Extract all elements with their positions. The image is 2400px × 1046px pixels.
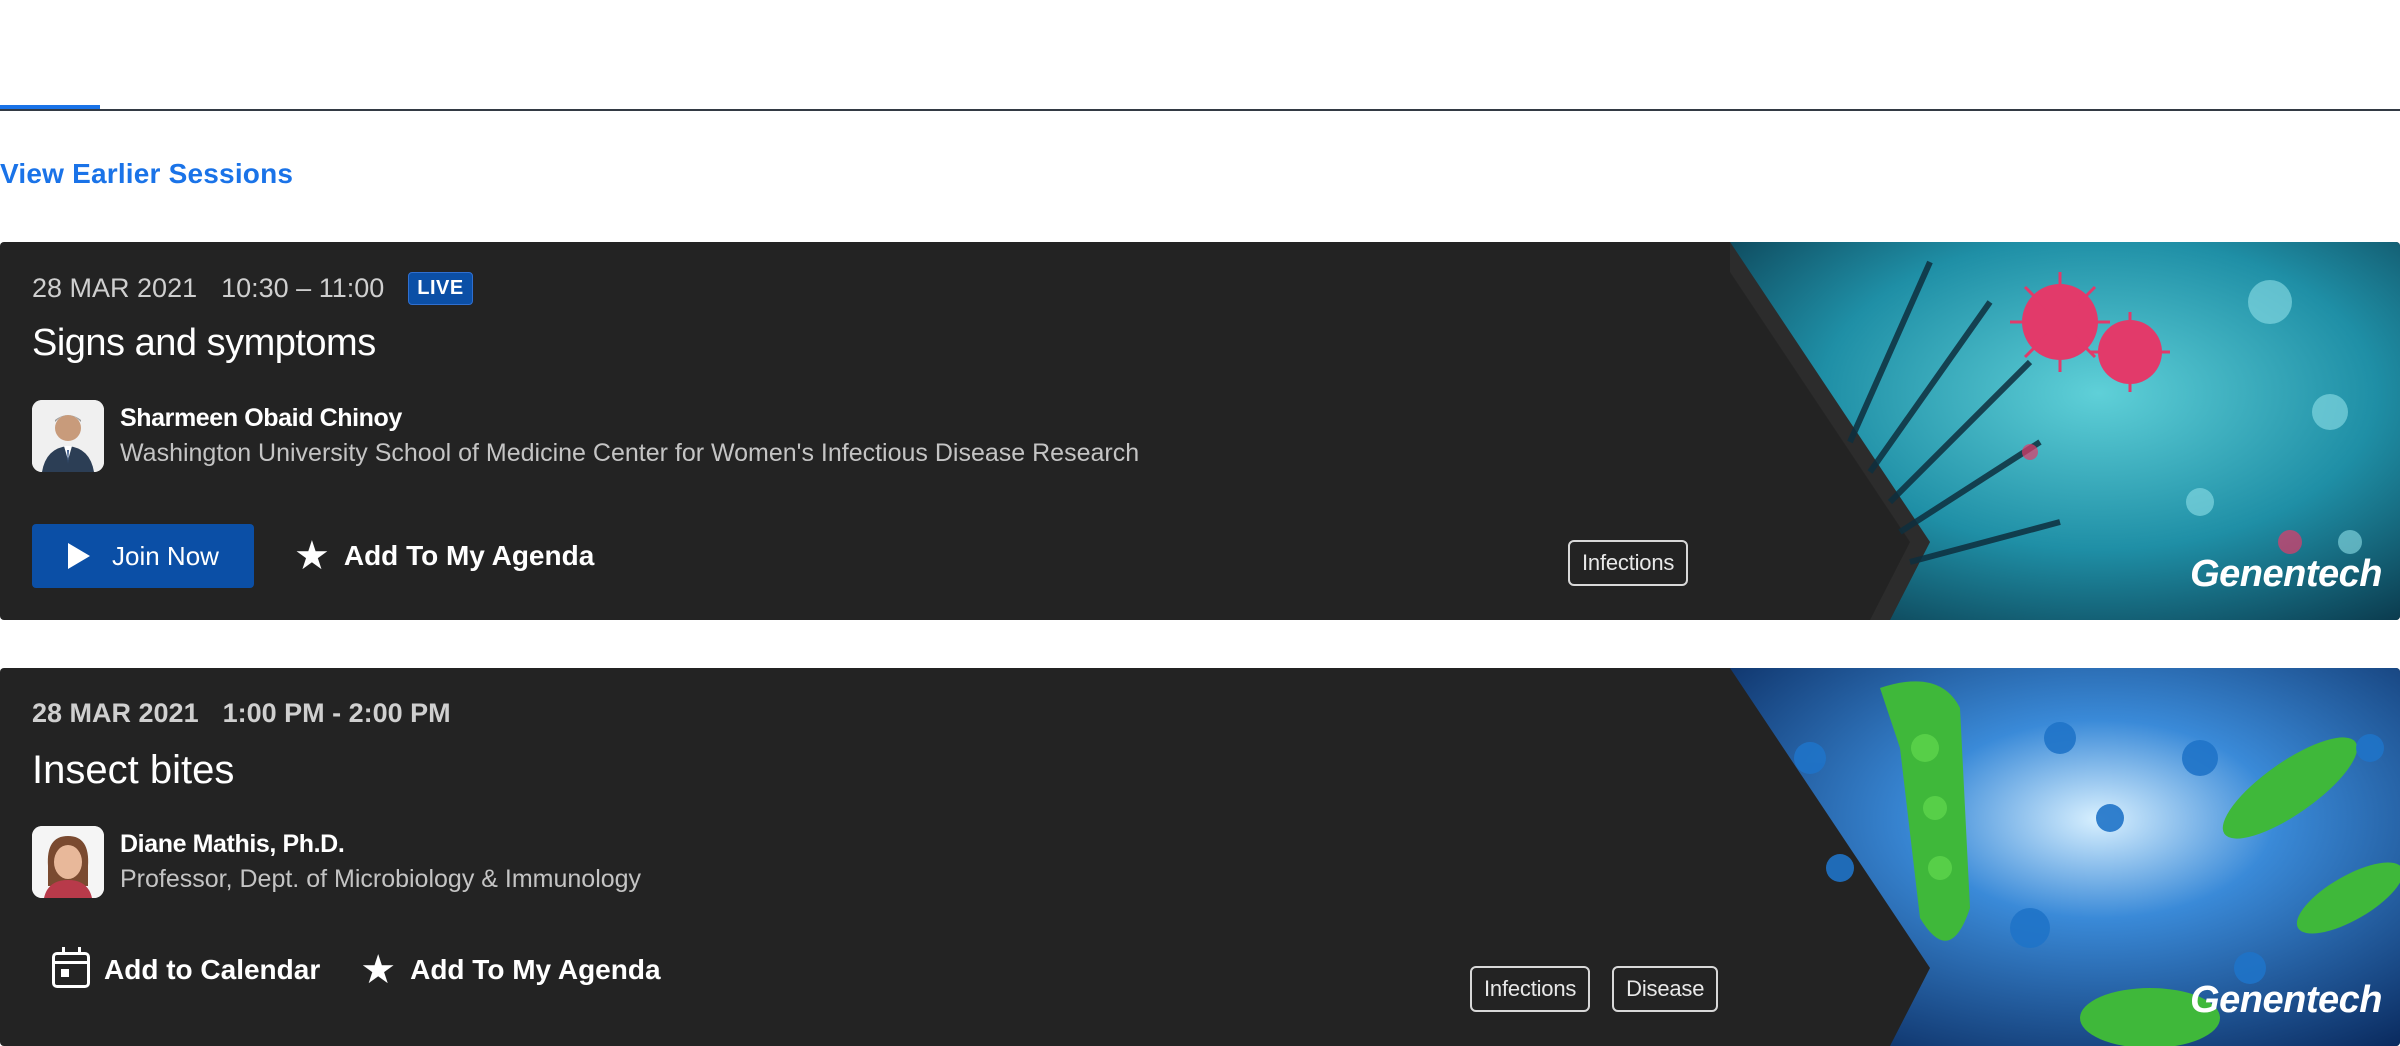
speaker-name: Sharmeen Obaid Chinoy (120, 404, 402, 432)
session-title[interactable]: Signs and symptoms (32, 322, 376, 365)
avatar (32, 826, 104, 898)
session-title[interactable]: Insect bites (32, 748, 234, 793)
tag-infections[interactable]: Infections (1470, 966, 1591, 1012)
tab-bar (0, 0, 2400, 112)
session-meta: 28 MAR 2021 1:00 PM - 2:00 PM (32, 698, 475, 729)
sponsor-banner: Genentech (1730, 242, 2400, 620)
sponsor-logo: Genentech (2190, 979, 2382, 1021)
session-date: 28 MAR 2021 (32, 698, 199, 728)
session-date: 28 MAR 2021 (32, 273, 198, 303)
calendar-icon (52, 947, 90, 988)
speaker-organization: Professor, Dept. of Microbiology & Immun… (120, 865, 642, 893)
speaker-name: Diane Mathis, Ph.D. (120, 830, 345, 858)
session-actions: Add to Calendar ★ Add To My Agenda (32, 947, 661, 990)
session-card: Genentech 28 MAR 2021 1:00 PM - 2:00 PM … (0, 668, 2400, 1046)
tag-disease[interactable]: Disease (1612, 966, 1719, 1012)
session-actions: Join Now ★ Add To My Agenda (32, 524, 594, 588)
add-to-agenda-label: Add To My Agenda (343, 540, 595, 571)
live-badge: LIVE (408, 272, 473, 305)
session-time: 1:00 PM - 2:00 PM (222, 698, 451, 728)
star-icon: ★ (294, 534, 330, 578)
session-card: Genentech 28 MAR 2021 10:30 – 11:00 LIVE… (0, 242, 2400, 620)
avatar (32, 400, 104, 472)
star-icon: ★ (360, 948, 397, 992)
speaker: Diane Mathis, Ph.D. Professor, Dept. of … (32, 826, 641, 898)
speaker-organization: Washington University School of Medicine… (120, 439, 1140, 467)
join-now-label: Join Now (112, 540, 219, 571)
add-to-agenda-label: Add To My Agenda (410, 954, 661, 985)
add-to-calendar-button[interactable]: Add to Calendar (52, 947, 321, 988)
sponsor-logo: Genentech (2190, 553, 2382, 595)
tab-divider (0, 109, 2400, 111)
tag-infections[interactable]: Infections (1568, 540, 1689, 586)
session-meta: 28 MAR 2021 10:30 – 11:00 LIVE (32, 272, 473, 305)
add-to-calendar-label: Add to Calendar (104, 954, 321, 985)
session-tags: Infections Disease (1470, 966, 1740, 1012)
view-earlier-sessions-link[interactable]: View Earlier Sessions (0, 158, 293, 190)
add-to-agenda-button[interactable]: ★ Add To My Agenda (360, 950, 660, 990)
speaker: Sharmeen Obaid Chinoy Washington Univers… (32, 400, 1139, 472)
join-now-button[interactable]: Join Now (32, 524, 254, 588)
session-time: 10:30 – 11:00 (221, 273, 385, 303)
play-icon (68, 543, 90, 569)
sponsor-banner: Genentech (1730, 668, 2400, 1046)
session-tags: Infections (1568, 540, 1710, 586)
add-to-agenda-button[interactable]: ★ Add To My Agenda (294, 536, 594, 576)
